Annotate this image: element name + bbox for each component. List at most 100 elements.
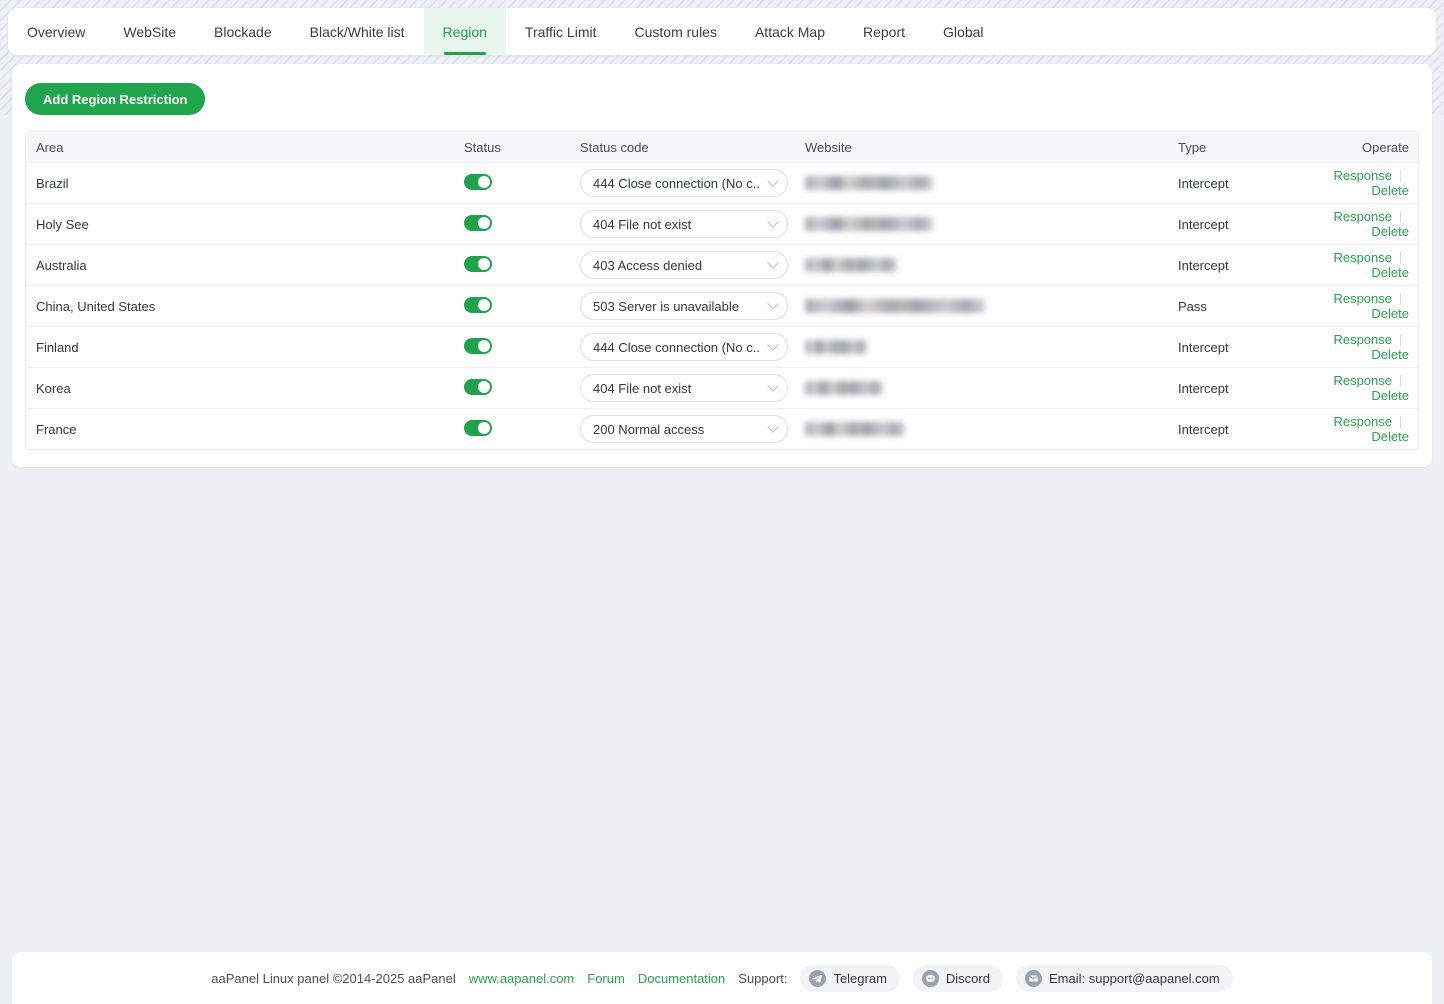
area-cell: Korea <box>26 381 464 396</box>
status-code-select[interactable]: 200 Normal access <box>580 415 788 443</box>
divider <box>1400 416 1401 428</box>
website-blurred <box>805 340 867 354</box>
toggle-knob <box>478 299 490 311</box>
chevron-down-icon <box>767 380 778 391</box>
chevron-down-icon <box>767 216 778 227</box>
toggle-knob <box>478 340 490 352</box>
status-code-value: 200 Normal access <box>593 422 704 437</box>
status-code-select[interactable]: 403 Access denied <box>580 251 788 279</box>
add-region-restriction-button[interactable]: Add Region Restriction <box>25 83 205 115</box>
status-code-select[interactable]: 404 File not exist <box>580 374 788 402</box>
discord-icon <box>922 970 939 987</box>
region-panel: Add Region Restriction Area Status Statu… <box>12 64 1432 467</box>
copyright-text: aaPanel Linux panel ©2014-2025 aaPanel <box>211 971 456 986</box>
type-cell: Intercept <box>1178 176 1308 191</box>
aapanel-site-link[interactable]: www.aapanel.com <box>469 971 575 986</box>
delete-link[interactable]: Delete <box>1371 388 1409 403</box>
status-code-value: 444 Close connection (No c... <box>593 176 761 191</box>
toggle-knob <box>478 258 490 270</box>
divider <box>1400 293 1401 305</box>
status-code-value: 404 File not exist <box>593 381 691 396</box>
status-toggle[interactable] <box>464 379 492 395</box>
type-cell: Intercept <box>1178 422 1308 437</box>
chevron-down-icon <box>767 175 778 186</box>
tab-overview[interactable]: Overview <box>8 8 104 55</box>
response-link[interactable]: Response <box>1333 209 1392 224</box>
table-row: China, United States 503 Server is unava… <box>26 285 1418 326</box>
type-cell: Intercept <box>1178 258 1308 273</box>
divider <box>1400 170 1401 182</box>
header-operate: Operate <box>1308 140 1418 155</box>
header-status-code: Status code <box>580 140 805 155</box>
area-cell: Australia <box>26 258 464 273</box>
response-link[interactable]: Response <box>1333 250 1392 265</box>
forum-link[interactable]: Forum <box>587 971 625 986</box>
area-cell: Holy See <box>26 217 464 232</box>
status-toggle[interactable] <box>464 420 492 436</box>
status-code-value: 444 Close connection (No c... <box>593 340 761 355</box>
table-row: Korea 404 File not exist Intercept Respo… <box>26 367 1418 408</box>
divider <box>1400 334 1401 346</box>
delete-link[interactable]: Delete <box>1371 306 1409 321</box>
website-blurred <box>805 422 905 436</box>
table-row: Australia 403 Access denied Intercept Re… <box>26 244 1418 285</box>
status-code-select[interactable]: 503 Server is unavailable <box>580 292 788 320</box>
status-toggle[interactable] <box>464 174 492 190</box>
type-cell: Intercept <box>1178 217 1308 232</box>
telegram-badge[interactable]: Telegram <box>800 965 899 992</box>
response-link[interactable]: Response <box>1333 168 1392 183</box>
website-blurred <box>805 176 933 190</box>
top-nav: Overview WebSite Blockade Black/White li… <box>8 8 1436 55</box>
region-table: Area Status Status code Website Type Ope… <box>25 131 1419 450</box>
toggle-knob <box>478 217 490 229</box>
table-row: Brazil 444 Close connection (No c... Int… <box>26 162 1418 203</box>
status-code-select[interactable]: 444 Close connection (No c... <box>580 169 788 197</box>
delete-link[interactable]: Delete <box>1371 265 1409 280</box>
toggle-knob <box>478 176 490 188</box>
response-link[interactable]: Response <box>1333 414 1392 429</box>
status-code-value: 503 Server is unavailable <box>593 299 739 314</box>
type-cell: Intercept <box>1178 381 1308 396</box>
delete-link[interactable]: Delete <box>1371 183 1409 198</box>
area-cell: Finland <box>26 340 464 355</box>
email-label: Email: support@aapanel.com <box>1049 971 1220 986</box>
telegram-icon <box>809 970 826 987</box>
chevron-down-icon <box>767 298 778 309</box>
website-blurred <box>805 258 897 272</box>
status-code-value: 404 File not exist <box>593 217 691 232</box>
tab-global[interactable]: Global <box>924 8 1002 55</box>
toggle-knob <box>478 381 490 393</box>
status-code-select[interactable]: 444 Close connection (No c... <box>580 333 788 361</box>
status-code-select[interactable]: 404 File not exist <box>580 210 788 238</box>
chevron-down-icon <box>767 257 778 268</box>
tab-report[interactable]: Report <box>844 8 924 55</box>
chevron-down-icon <box>767 421 778 432</box>
documentation-link[interactable]: Documentation <box>638 971 725 986</box>
chevron-down-icon <box>767 339 778 350</box>
status-toggle[interactable] <box>464 297 492 313</box>
status-toggle[interactable] <box>464 215 492 231</box>
tab-black-white-list[interactable]: Black/White list <box>291 8 424 55</box>
status-toggle[interactable] <box>464 256 492 272</box>
tab-website[interactable]: WebSite <box>104 8 195 55</box>
status-code-value: 403 Access denied <box>593 258 702 273</box>
tab-blockade[interactable]: Blockade <box>195 8 291 55</box>
header-status: Status <box>464 140 580 155</box>
telegram-label: Telegram <box>833 971 886 986</box>
delete-link[interactable]: Delete <box>1371 347 1409 362</box>
delete-link[interactable]: Delete <box>1371 429 1409 444</box>
response-link[interactable]: Response <box>1333 332 1392 347</box>
response-link[interactable]: Response <box>1333 291 1392 306</box>
status-toggle[interactable] <box>464 338 492 354</box>
tab-custom-rules[interactable]: Custom rules <box>616 8 736 55</box>
discord-badge[interactable]: Discord <box>913 965 1003 992</box>
tab-traffic-limit[interactable]: Traffic Limit <box>506 8 616 55</box>
tab-region[interactable]: Region <box>424 8 506 55</box>
table-row: Holy See 404 File not exist Intercept Re… <box>26 203 1418 244</box>
delete-link[interactable]: Delete <box>1371 224 1409 239</box>
header-type: Type <box>1178 140 1308 155</box>
response-link[interactable]: Response <box>1333 373 1392 388</box>
email-badge[interactable]: Email: support@aapanel.com <box>1016 965 1233 992</box>
tab-attack-map[interactable]: Attack Map <box>736 8 844 55</box>
divider <box>1400 211 1401 223</box>
